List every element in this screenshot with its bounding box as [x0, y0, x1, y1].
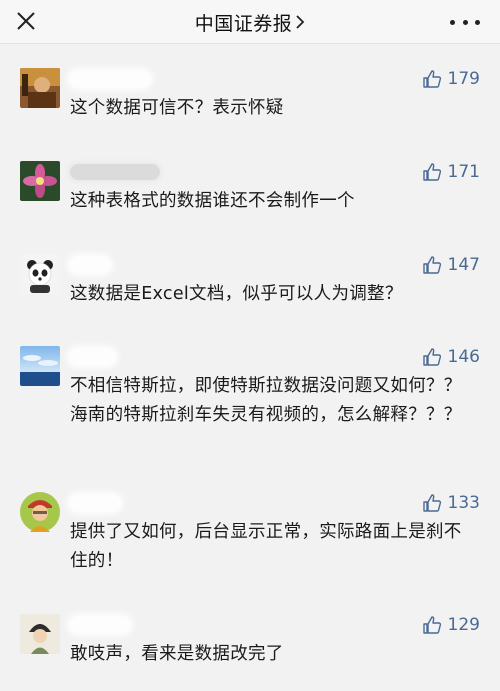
like-count: 129	[447, 615, 480, 635]
username-redacted	[70, 617, 130, 633]
like-count: 147	[447, 255, 480, 275]
avatar-panda-icon	[20, 254, 60, 294]
thumbs-up-icon	[422, 615, 442, 635]
username-redacted	[70, 257, 110, 273]
username-redacted	[70, 495, 120, 511]
avatar-flower-icon	[20, 161, 60, 201]
avatar-photo-warm-icon	[20, 68, 60, 108]
comment-text: 这数据是Excel文档，似乎可以人为调整？	[70, 284, 403, 304]
username-redacted	[70, 349, 115, 365]
like-button[interactable]: 129	[422, 614, 480, 636]
more-dots-icon	[450, 19, 455, 25]
chevron-right-icon	[295, 14, 305, 30]
thumbs-up-icon	[422, 255, 442, 275]
like-button[interactable]: 147	[422, 254, 480, 276]
close-button[interactable]	[12, 7, 40, 35]
comment-text: 这个数据可信不？表示怀疑	[70, 98, 284, 118]
like-button[interactable]: 179	[422, 68, 480, 90]
avatar-cartoon-person-icon	[20, 492, 60, 532]
more-button[interactable]	[450, 12, 480, 32]
thumbs-up-icon	[422, 347, 442, 367]
avatar[interactable]	[20, 161, 60, 201]
top-bar: 中国证券报	[0, 0, 500, 44]
thumbs-up-icon	[422, 493, 442, 513]
avatar[interactable]	[20, 346, 60, 386]
thumbs-up-icon	[422, 162, 442, 182]
close-icon	[17, 12, 35, 30]
more-dot	[475, 19, 480, 25]
avatar[interactable]	[20, 254, 60, 294]
like-count: 171	[447, 162, 480, 182]
page-title: 中国证券报	[194, 12, 293, 35]
avatar[interactable]	[20, 614, 60, 654]
comment-text: 提供了又如何，后台显示正常，实际路面上是刹不住的！	[70, 522, 462, 571]
username-redacted	[70, 164, 160, 180]
like-count: 179	[447, 69, 480, 89]
like-count: 146	[447, 347, 480, 367]
comment-text: 这种表格式的数据谁还不会制作一个	[70, 191, 355, 211]
like-button[interactable]: 171	[422, 161, 480, 183]
avatar-sea-sky-icon	[20, 346, 60, 386]
avatar-girl-hat-icon	[20, 614, 60, 654]
comment-list: 179 这个数据可信不？表示怀疑 171 这种表格式的数据谁还不会制作一个 14…	[0, 44, 500, 691]
comment-text: 不相信特斯拉，即使特斯拉数据没问题又如何？？海南的特斯拉刹车失灵有视频的，怎么解…	[70, 376, 462, 425]
username-redacted	[70, 71, 150, 87]
avatar[interactable]	[20, 68, 60, 108]
like-button[interactable]: 133	[422, 492, 480, 514]
account-title-link[interactable]: 中国证券报	[195, 9, 306, 36]
comment-text: 敢吱声，看来是数据改完了	[70, 644, 284, 664]
thumbs-up-icon	[422, 69, 442, 89]
more-dot	[462, 19, 468, 25]
like-button[interactable]: 146	[422, 346, 480, 368]
like-count: 133	[447, 493, 480, 513]
avatar[interactable]	[20, 492, 60, 532]
